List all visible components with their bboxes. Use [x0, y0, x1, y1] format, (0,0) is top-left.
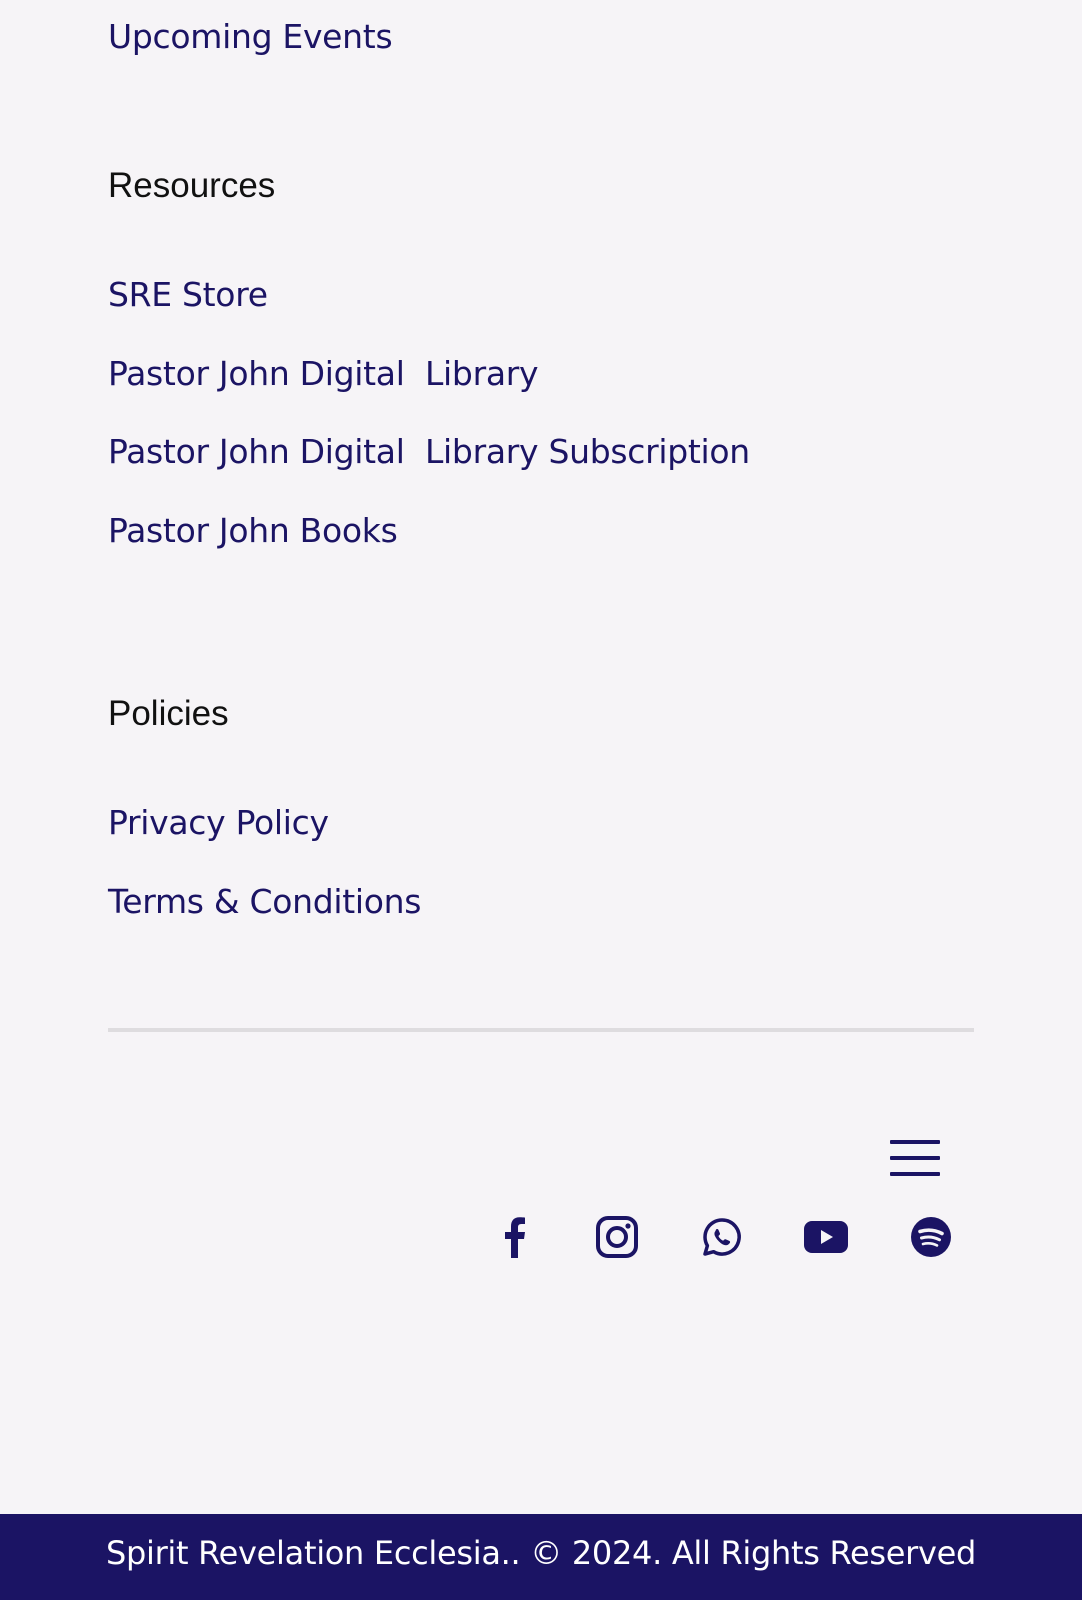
terms-conditions-link[interactable]: Terms & Conditions: [108, 885, 421, 918]
sre-store-link[interactable]: SRE Store: [108, 278, 268, 311]
footer-divider: [108, 1028, 974, 1032]
whatsapp-icon[interactable]: [697, 1212, 747, 1262]
spotify-icon[interactable]: [906, 1212, 956, 1262]
digital-library-link[interactable]: Pastor John Digital Library: [108, 357, 539, 390]
policies-heading: Policies: [108, 694, 229, 733]
pastor-john-books-link[interactable]: Pastor John Books: [108, 514, 398, 547]
digital-library-subscription-link[interactable]: Pastor John Digital Library Subscription: [108, 435, 750, 468]
footer-bar: Spirit Revelation Ecclesia.. © 2024. All…: [0, 1514, 1082, 1600]
instagram-icon[interactable]: [592, 1212, 642, 1262]
facebook-icon[interactable]: [489, 1212, 539, 1262]
copyright-text: Spirit Revelation Ecclesia.. © 2024. All…: [105, 1534, 977, 1572]
hamburger-menu-icon[interactable]: [888, 1138, 942, 1178]
upcoming-events-link[interactable]: Upcoming Events: [108, 20, 393, 53]
privacy-policy-link[interactable]: Privacy Policy: [108, 806, 329, 839]
resources-heading: Resources: [108, 166, 276, 205]
youtube-icon[interactable]: [801, 1212, 851, 1262]
